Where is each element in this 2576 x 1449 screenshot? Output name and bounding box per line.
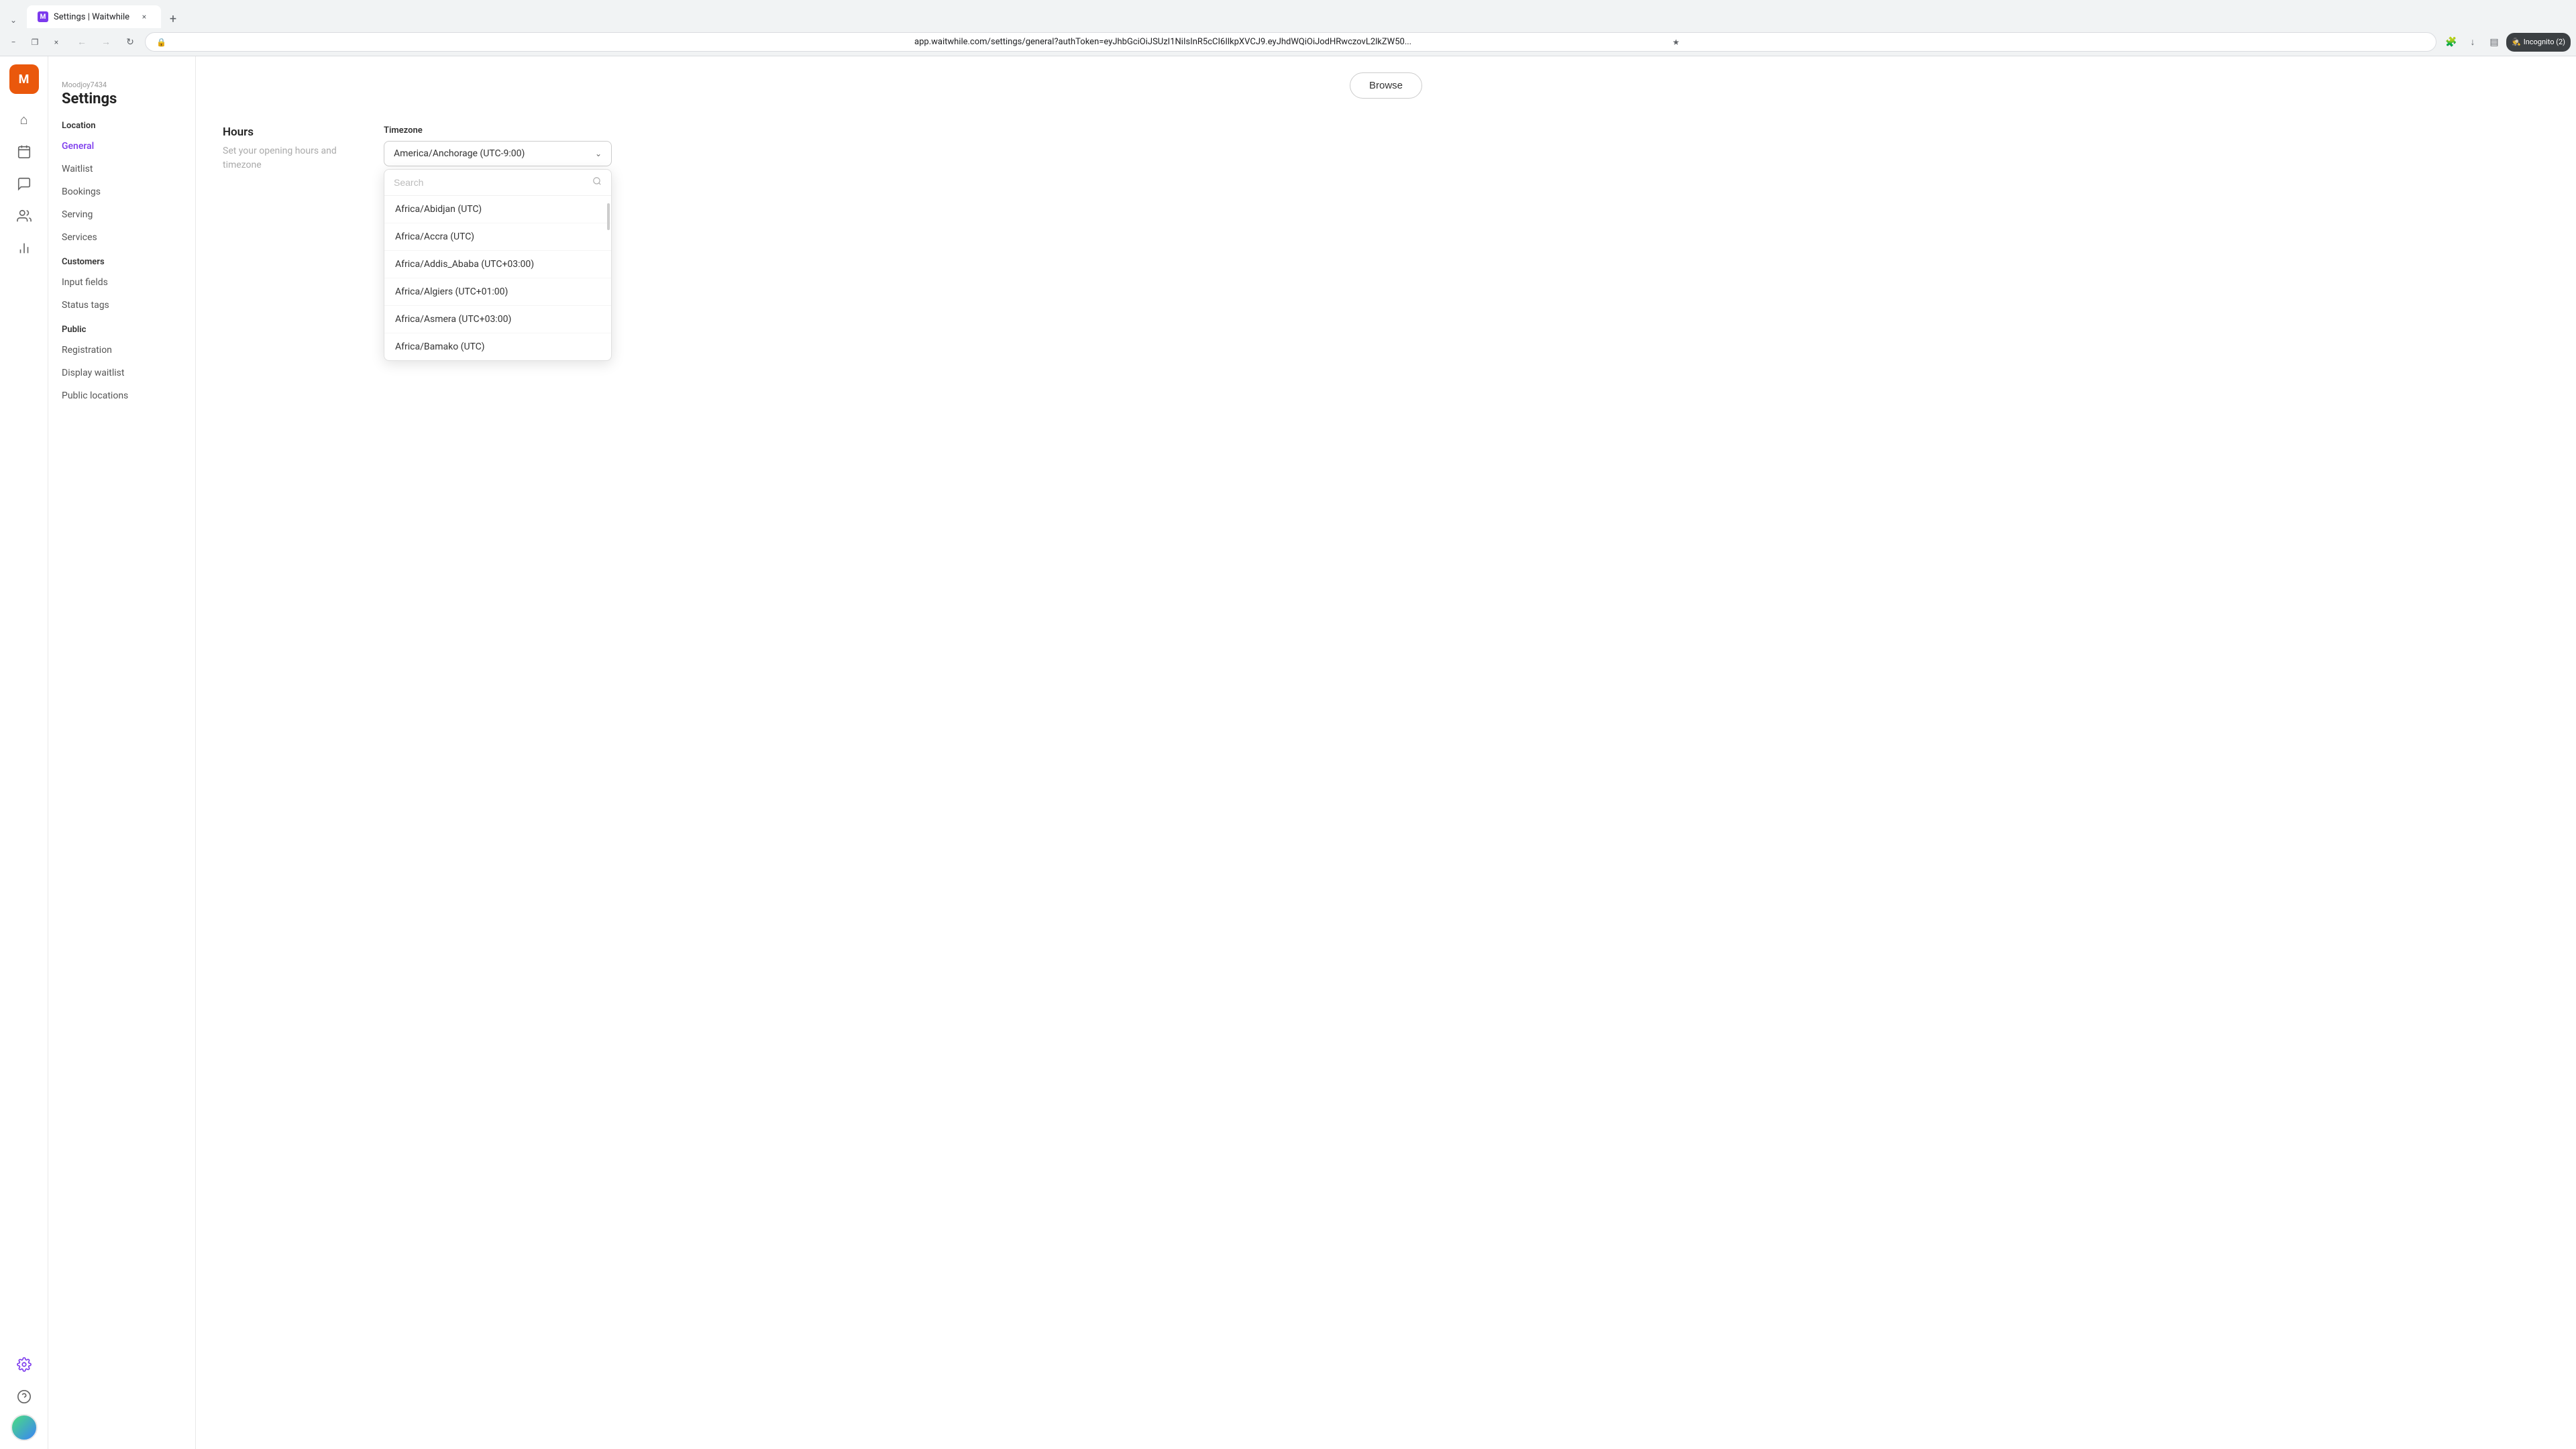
tab-chevron-group: ⌄ <box>5 12 21 28</box>
timezone-dropdown-panel: Africa/Abidjan (UTC) Africa/Accra (UTC) … <box>384 169 612 361</box>
sidebar-logo[interactable]: M <box>9 64 39 94</box>
timezone-selected-value: America/Anchorage (UTC-9:00) <box>394 148 525 159</box>
timezone-options-list: Africa/Abidjan (UTC) Africa/Accra (UTC) … <box>384 196 611 360</box>
new-tab-button[interactable]: + <box>164 9 182 28</box>
timezone-search-area <box>384 170 611 196</box>
timezone-select-button[interactable]: America/Anchorage (UTC-9:00) ⌄ <box>384 141 612 166</box>
nav-item-status-tags[interactable]: Status tags <box>48 294 195 317</box>
url-text: app.waitwhile.com/settings/general?authT… <box>914 37 1667 47</box>
timezone-option-3[interactable]: Africa/Algiers (UTC+01:00) <box>384 278 611 306</box>
timezone-area: Timezone America/Anchorage (UTC-9:00) ⌄ <box>384 125 2549 172</box>
hours-section: Hours Set your opening hours and timezon… <box>223 125 2549 172</box>
tab-title: Settings | Waitwhile <box>54 12 133 22</box>
extensions-button[interactable]: 🧩 <box>2442 33 2461 52</box>
forward-button[interactable]: → <box>97 33 115 52</box>
nav-item-services[interactable]: Services <box>48 226 195 249</box>
nav-item-public-locations[interactable]: Public locations <box>48 384 195 407</box>
nav-customers-section: Customers <box>48 249 195 271</box>
chevron-down-icon: ⌄ <box>595 149 602 158</box>
back-button[interactable]: ← <box>72 33 91 52</box>
nav-menu: Moodjoy7434 Settings Location General Wa… <box>48 56 196 1449</box>
window-controls: − ❐ × <box>5 34 64 50</box>
timezone-option-2[interactable]: Africa/Addis_Ababa (UTC+03:00) <box>384 251 611 278</box>
browser-chrome: ⌄ M Settings | Waitwhile × + − ❐ × ← → ↻… <box>0 0 2576 56</box>
sidebar-button[interactable]: ▤ <box>2485 33 2504 52</box>
refresh-button[interactable]: ↻ <box>121 33 140 52</box>
settings-username: Moodjoy7434 <box>62 80 182 89</box>
browse-area: Browse <box>223 72 2549 99</box>
user-avatar[interactable] <box>11 1414 38 1441</box>
dropdown-scrollbar[interactable] <box>607 203 610 230</box>
hours-description: Set your opening hours and timezone <box>223 144 357 172</box>
main-content: Browse Hours Set your opening hours and … <box>196 56 2576 1449</box>
close-button[interactable]: × <box>48 34 64 50</box>
hours-label-area: Hours Set your opening hours and timezon… <box>223 125 357 172</box>
hours-title: Hours <box>223 125 357 139</box>
nav-location-section: Location <box>48 113 195 135</box>
nav-item-registration[interactable]: Registration <box>48 339 195 362</box>
settings-header: Moodjoy7434 Settings <box>48 70 195 113</box>
tab-close-button[interactable]: × <box>138 11 150 23</box>
nav-item-serving[interactable]: Serving <box>48 203 195 226</box>
bookmark-icon[interactable]: ★ <box>1672 38 2425 47</box>
sidebar-item-calendar[interactable] <box>9 137 39 166</box>
browse-button[interactable]: Browse <box>1350 72 1422 99</box>
download-button[interactable]: ↓ <box>2463 33 2482 52</box>
nav-item-general[interactable]: General <box>48 135 195 158</box>
active-tab[interactable]: M Settings | Waitwhile × <box>27 5 161 28</box>
minimize-button[interactable]: − <box>5 34 21 50</box>
tab-list-chevron[interactable]: ⌄ <box>5 12 21 28</box>
nav-item-display-waitlist[interactable]: Display waitlist <box>48 362 195 384</box>
nav-item-waitlist[interactable]: Waitlist <box>48 158 195 180</box>
restore-button[interactable]: ❐ <box>27 34 43 50</box>
browser-toolbar: − ❐ × ← → ↻ 🔒 app.waitwhile.com/settings… <box>0 28 2576 56</box>
app-layout: M ⌂ <box>0 56 2576 1449</box>
nav-item-input-fields[interactable]: Input fields <box>48 271 195 294</box>
nav-public-section: Public <box>48 317 195 339</box>
search-icon <box>592 176 602 189</box>
lock-icon: 🔒 <box>156 38 909 47</box>
sidebar: M ⌂ <box>0 56 48 1449</box>
timezone-dropdown: America/Anchorage (UTC-9:00) ⌄ <box>384 141 612 166</box>
timezone-search-input[interactable] <box>394 177 587 188</box>
sidebar-item-stats[interactable] <box>9 233 39 263</box>
address-bar[interactable]: 🔒 app.waitwhile.com/settings/general?aut… <box>145 32 2436 52</box>
nav-item-bookings[interactable]: Bookings <box>48 180 195 203</box>
timezone-option-5[interactable]: Africa/Bamako (UTC) <box>384 333 611 360</box>
timezone-option-0[interactable]: Africa/Abidjan (UTC) <box>384 196 611 223</box>
sidebar-item-home[interactable]: ⌂ <box>9 105 39 134</box>
timezone-option-1[interactable]: Africa/Accra (UTC) <box>384 223 611 251</box>
timezone-option-4[interactable]: Africa/Asmera (UTC+03:00) <box>384 306 611 333</box>
incognito-badge[interactable]: 🕵 Incognito (2) <box>2506 33 2571 52</box>
browser-action-buttons: 🧩 ↓ ▤ 🕵 Incognito (2) <box>2442 33 2571 52</box>
timezone-label: Timezone <box>384 125 2549 136</box>
sidebar-item-users[interactable] <box>9 201 39 231</box>
tab-bar: ⌄ M Settings | Waitwhile × + <box>0 0 2576 28</box>
sidebar-item-help[interactable] <box>9 1382 39 1411</box>
settings-title: Settings <box>62 91 182 107</box>
sidebar-item-chat[interactable] <box>9 169 39 199</box>
sidebar-item-settings[interactable] <box>9 1350 39 1379</box>
tab-favicon: M <box>38 11 48 22</box>
